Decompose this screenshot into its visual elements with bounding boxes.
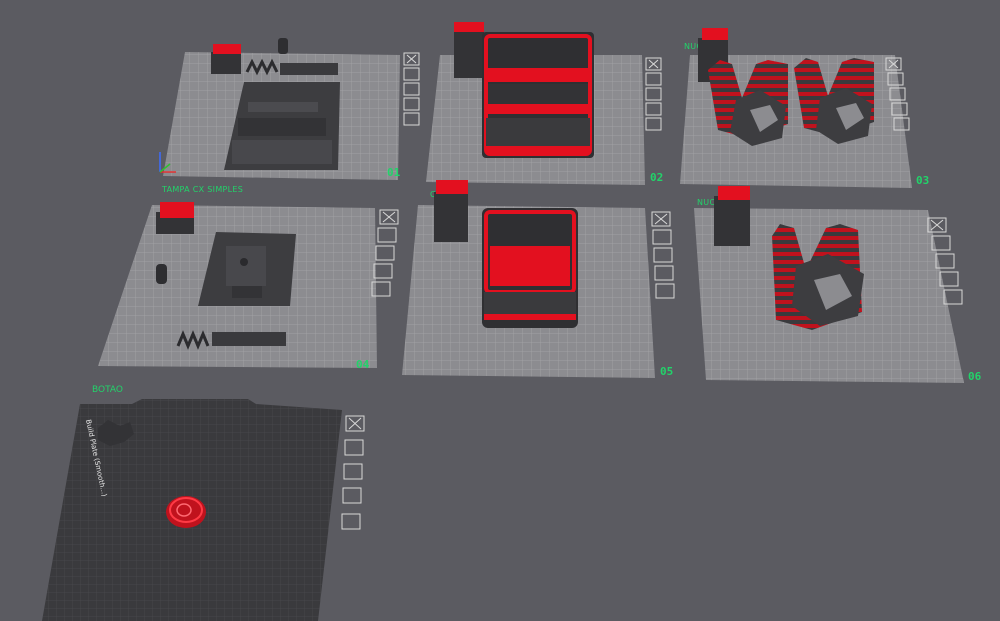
- plate-05[interactable]: C 05: [402, 180, 675, 378]
- plate-toolbar: [403, 52, 420, 126]
- plate-number: 06: [968, 370, 982, 383]
- lock-icon[interactable]: [403, 97, 420, 111]
- settings-icon[interactable]: [403, 112, 420, 126]
- model-button-cap[interactable]: [211, 44, 241, 74]
- orient-icon[interactable]: [652, 229, 672, 245]
- orient-icon[interactable]: [377, 227, 397, 243]
- arrange-icon[interactable]: [403, 82, 420, 96]
- plate-number: 03: [916, 174, 929, 187]
- plate-number: 05: [660, 365, 673, 378]
- settings-icon[interactable]: [341, 513, 361, 530]
- arrange-icon[interactable]: [375, 245, 395, 261]
- plate-toolbar: [645, 57, 662, 131]
- model-post[interactable]: [434, 180, 468, 242]
- plate-number: 02: [650, 171, 663, 184]
- plate-toolbar: [341, 415, 365, 530]
- orient-icon[interactable]: [403, 67, 420, 81]
- arrange-icon[interactable]: [343, 463, 363, 480]
- plate-01[interactable]: 01: [159, 38, 420, 180]
- model-pin[interactable]: [156, 264, 167, 284]
- plate-02[interactable]: 02: [426, 22, 663, 185]
- lock-icon[interactable]: [373, 263, 393, 279]
- lock-icon[interactable]: [654, 265, 674, 281]
- model-box[interactable]: [482, 32, 594, 158]
- settings-icon[interactable]: [655, 283, 675, 299]
- plate-toolbar: [651, 211, 675, 299]
- orient-icon[interactable]: [645, 72, 662, 86]
- orient-icon[interactable]: [344, 439, 364, 456]
- model-button[interactable]: [166, 496, 206, 528]
- model-post[interactable]: [714, 186, 750, 246]
- plate-06[interactable]: NUC 06: [694, 186, 982, 383]
- lock-icon[interactable]: [342, 487, 362, 504]
- model-button-cap[interactable]: [156, 202, 194, 234]
- model-base-plate[interactable]: [224, 82, 340, 170]
- plate-label: BOTAO: [92, 385, 123, 395]
- lock-icon[interactable]: [645, 102, 662, 116]
- model-pin[interactable]: [278, 38, 288, 54]
- plate-03[interactable]: NUC 03: [680, 28, 929, 188]
- arrange-icon[interactable]: [653, 247, 673, 263]
- plate-04[interactable]: TAMPA CX SIMPLES 04: [98, 185, 399, 371]
- model-post[interactable]: [454, 22, 484, 78]
- plate-number: 04: [356, 358, 370, 371]
- plate-label: TAMPA CX SIMPLES: [161, 185, 243, 194]
- plate-number: 01: [387, 166, 401, 179]
- arrange-icon[interactable]: [645, 87, 662, 101]
- plate-07-botao[interactable]: BOTAO Build Plate (Smooth...): [42, 385, 365, 621]
- plate-label: NUC: [697, 198, 715, 207]
- model-box[interactable]: [482, 208, 578, 328]
- settings-icon[interactable]: [645, 117, 662, 131]
